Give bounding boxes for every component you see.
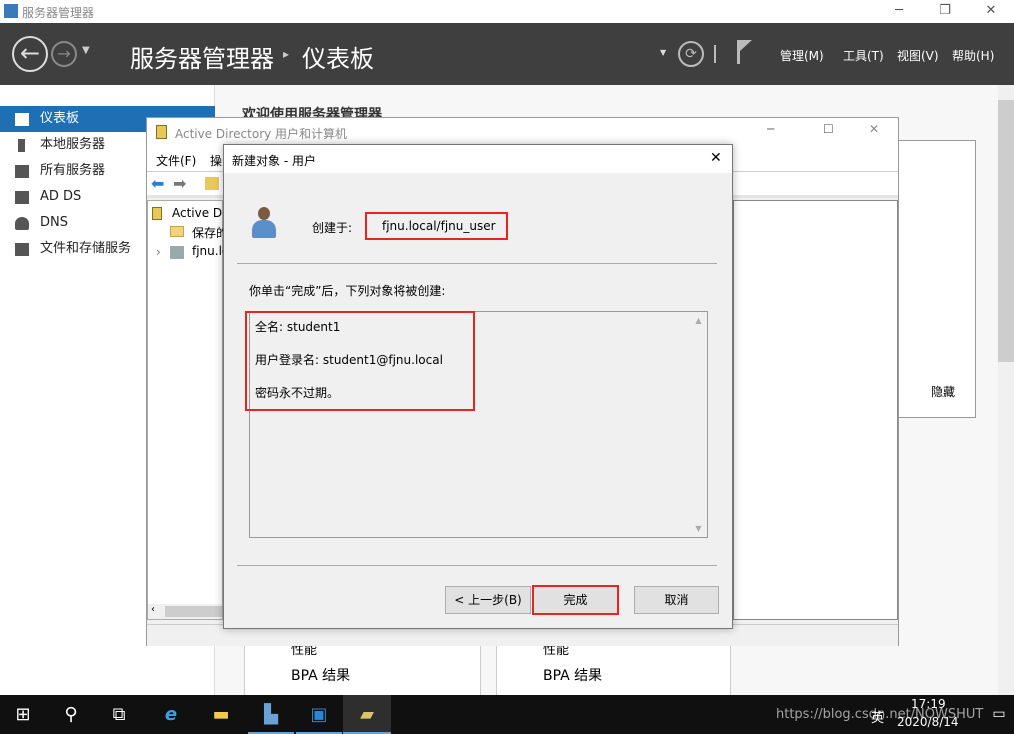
tile-bpa[interactable]: BPA 结果 xyxy=(291,665,350,685)
close-button[interactable]: ✕ xyxy=(968,0,1014,23)
minimize-button[interactable]: ─ xyxy=(876,0,922,23)
cancel-button[interactable]: 取消 xyxy=(634,586,719,614)
ime-indicator[interactable]: 英 xyxy=(871,707,884,726)
ad-details-pane xyxy=(733,200,898,620)
folder-icon xyxy=(170,226,184,237)
ad-maximize-button[interactable]: ☐ xyxy=(823,122,834,136)
task-view-icon[interactable]: ⧉ xyxy=(96,695,142,734)
file-explorer-icon[interactable]: ▬ xyxy=(198,695,244,734)
dialog-close-button[interactable]: ✕ xyxy=(710,150,722,166)
back-button[interactable]: < 上一步(B) xyxy=(445,586,531,614)
title-bar: 服务器管理器 ─ ❐ ✕ xyxy=(0,0,1014,23)
history-dropdown-icon[interactable]: ▼ xyxy=(82,45,90,56)
menu-file[interactable]: 文件(F) xyxy=(156,152,196,169)
page-title: 仪表板 xyxy=(302,45,374,73)
user-icon xyxy=(252,207,276,239)
up-folder-icon[interactable] xyxy=(205,177,219,190)
scroll-thumb[interactable] xyxy=(998,100,1014,362)
window-title: 服务器管理器 xyxy=(22,6,95,20)
back-icon[interactable]: ← xyxy=(12,36,48,72)
forward-arrow-icon[interactable]: ➡ xyxy=(173,174,186,193)
taskbar: ⊞ ⚲ ⧉ e ▬ ▙ ▣ ▰ https://blog.csdn.net/NO… xyxy=(0,695,1014,734)
domain-icon xyxy=(170,246,184,259)
servers-icon xyxy=(15,165,29,178)
horizontal-scrollbar[interactable]: ‹ xyxy=(148,604,222,619)
ad-window-title: Active Directory 用户和计算机 xyxy=(175,127,348,141)
separator xyxy=(237,565,717,566)
dialog-title-bar: 新建对象 - 用户 ✕ xyxy=(224,145,732,173)
refresh-icon[interactable]: ⟳ xyxy=(678,41,704,67)
forward-icon[interactable]: → xyxy=(51,41,77,67)
header: ← → ▼ 服务器管理器 ▸ 仪表板 ▼ ⟳ 管理(M) 工具(T) 视图(V)… xyxy=(0,23,1014,85)
internet-explorer-icon[interactable]: e xyxy=(148,695,194,734)
sidebar-item-label: DNS xyxy=(40,215,68,230)
clock-date[interactable]: 2020/8/14 xyxy=(897,715,959,729)
separator xyxy=(237,263,717,264)
back-arrow-icon[interactable]: ⬅ xyxy=(151,174,164,193)
ad-users-taskbar-icon[interactable]: ▣ xyxy=(296,695,342,734)
action-center-icon[interactable]: ▭ xyxy=(976,695,1014,734)
clock-time[interactable]: 17:19 xyxy=(911,697,946,711)
dns-icon xyxy=(15,217,29,230)
finish-button[interactable]: 完成 xyxy=(532,585,619,615)
created-in-label: 创建于: xyxy=(312,221,353,235)
dropdown-icon[interactable]: ▼ xyxy=(660,48,666,57)
server-icon xyxy=(18,139,25,152)
dashboard-icon xyxy=(15,113,29,126)
maximize-button[interactable]: ❐ xyxy=(922,0,968,23)
summary-highlight xyxy=(245,311,475,411)
ad-ds-icon xyxy=(15,191,29,204)
server-manager-icon xyxy=(4,4,18,18)
vertical-scrollbar[interactable] xyxy=(998,85,1014,695)
menu-view[interactable]: 视图(V) xyxy=(897,47,939,64)
dialog-title: 新建对象 - 用户 xyxy=(232,154,316,168)
ad-close-button[interactable]: ✕ xyxy=(869,122,879,136)
summary-scrollbar[interactable]: ▲ ▼ xyxy=(690,312,707,537)
ad-title-bar: Active Directory 用户和计算机 ─ ☐ ✕ xyxy=(147,118,898,146)
new-user-dialog: 新建对象 - 用户 ✕ 创建于: fjnu.local/fjnu_user 你单… xyxy=(223,144,733,629)
sidebar-item-label: 本地服务器 xyxy=(40,137,106,152)
expand-chevron-icon[interactable]: › xyxy=(156,245,161,259)
sidebar-item-label: 仪表板 xyxy=(40,111,80,126)
intro-text: 你单击“完成”后，下列对象将被创建: xyxy=(249,284,446,298)
created-in-value: fjnu.local/fjnu_user xyxy=(382,219,496,233)
ad-console-taskbar-icon[interactable]: ▰ xyxy=(343,695,391,734)
file-storage-icon xyxy=(15,243,29,256)
hide-link[interactable]: 隐藏 xyxy=(931,383,955,400)
sidebar-item-label: AD DS xyxy=(40,189,82,204)
breadcrumb-separator: ▸ xyxy=(283,47,290,61)
menu-help[interactable]: 帮助(H) xyxy=(952,47,994,64)
menu-tools[interactable]: 工具(T) xyxy=(843,47,884,64)
sidebar-item-label: 所有服务器 xyxy=(40,163,106,178)
ad-root-icon xyxy=(152,207,162,220)
divider xyxy=(714,45,716,63)
ad-tree-pane: Active Directory 保存的 › fjnu.lo ‹ xyxy=(147,200,268,620)
sidebar-item-label: 文件和存储服务 xyxy=(40,241,132,256)
server-manager-taskbar-icon[interactable]: ▙ xyxy=(248,695,294,734)
flag-shape xyxy=(740,40,752,51)
tile-bpa[interactable]: BPA 结果 xyxy=(543,665,602,685)
start-windows-icon[interactable]: ⊞ xyxy=(0,695,46,734)
breadcrumb-root: 服务器管理器 xyxy=(130,45,274,73)
menu-action[interactable]: 操 xyxy=(210,152,222,169)
ad-app-icon xyxy=(156,125,167,139)
ad-minimize-button[interactable]: ─ xyxy=(767,122,774,136)
menu-manage[interactable]: 管理(M) xyxy=(780,47,824,64)
search-icon[interactable]: ⚲ xyxy=(48,695,94,734)
